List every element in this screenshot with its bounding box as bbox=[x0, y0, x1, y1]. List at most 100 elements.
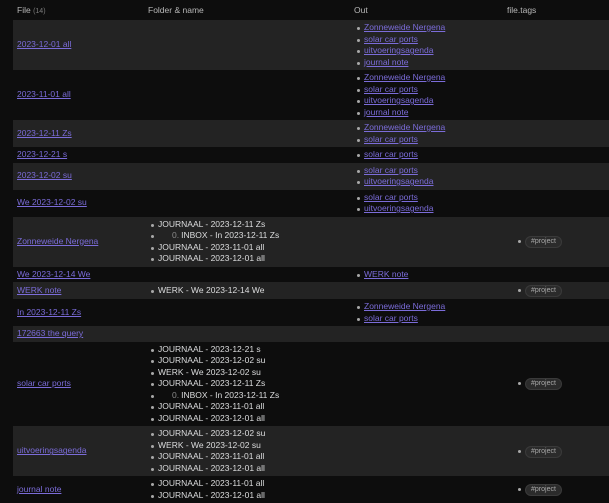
tags-header-label: file.tags bbox=[507, 5, 537, 15]
file-link[interactable]: In 2023-12-11 Zs bbox=[17, 307, 81, 317]
outlinks-list: Zonneweide Nergena solar car ports uitvoer… bbox=[354, 22, 503, 68]
outlink-item: journal note bbox=[357, 107, 503, 119]
inlink-item: WERK - We 2023-12-14 We bbox=[151, 284, 350, 297]
out-cell: Zonneweide Nergena solar car ports uitvoer… bbox=[350, 70, 503, 120]
outlink[interactable]: solar car ports bbox=[364, 34, 418, 44]
inlink-item: JOURNAAL - 2023-12-01 all bbox=[151, 413, 350, 425]
outlink-item: uitvoeringsagenda bbox=[357, 203, 503, 215]
outlink[interactable]: solar car ports bbox=[364, 313, 418, 323]
inlinks-cell bbox=[144, 266, 350, 282]
outlinks-list: WERK note bbox=[354, 269, 503, 281]
table-row: We 2023-12-02 su solar car ports uitvoerin… bbox=[13, 189, 609, 217]
tag-pill[interactable]: #project bbox=[525, 378, 562, 391]
table-row: 172663 the query bbox=[13, 326, 609, 342]
outlink[interactable]: solar car ports bbox=[364, 134, 418, 144]
outlink[interactable]: solar car ports bbox=[364, 149, 418, 159]
outlink[interactable]: journal note bbox=[364, 107, 408, 117]
outlink-item: Zonneweide Nergena bbox=[357, 72, 503, 84]
inlinks-list: JOURNAAL - 2023-11-01 all JOURNAAL - 2023… bbox=[148, 478, 350, 501]
inlink-text: JOURNAAL - 2023-11-01 all bbox=[158, 451, 265, 461]
tags-cell bbox=[503, 162, 609, 190]
inlink-item: WERK - We 2023-12-02 su bbox=[151, 367, 350, 379]
table-header-row: File (14) Folder & name Out file.tags bbox=[13, 0, 609, 20]
tag-item: #project bbox=[518, 445, 609, 458]
file-link[interactable]: 2023-12-21 s bbox=[17, 149, 67, 159]
outlink[interactable]: journal note bbox=[364, 57, 408, 67]
inlinks-list: WERK - We 2023-12-14 We bbox=[148, 285, 350, 297]
outlink[interactable]: Zonneweide Nergena bbox=[364, 72, 445, 82]
tag-pill[interactable]: #project bbox=[525, 484, 562, 496]
outlink[interactable]: uitvoeringsagenda bbox=[364, 95, 433, 105]
file-link[interactable]: We 2023-12-14 We bbox=[17, 269, 90, 279]
file-cell: 2023-12-01 all bbox=[13, 20, 144, 70]
outlinks-list: Zonneweide Nergena solar car ports uitvoer… bbox=[354, 72, 503, 118]
outlinks-list: solar car ports uitvoeringsagenda bbox=[354, 165, 503, 188]
file-link[interactable]: We 2023-12-02 su bbox=[17, 197, 87, 207]
inlinks-cell bbox=[144, 299, 350, 326]
outlink-item: uitvoeringsagenda bbox=[357, 95, 503, 107]
table-body: 2023-12-01 all Zonneweide Nergena solar ca… bbox=[13, 20, 609, 503]
file-link[interactable]: Zonneweide Nergena bbox=[17, 236, 98, 246]
outlink[interactable]: solar car ports bbox=[364, 165, 418, 175]
outlink[interactable]: Zonneweide Nergena bbox=[364, 22, 445, 32]
column-header-file-tags[interactable]: file.tags bbox=[503, 0, 609, 20]
inlink-item: WERK - We 2023-12-02 su bbox=[151, 439, 350, 452]
table-row: In 2023-12-11 Zs Zonneweide Nergena solar … bbox=[13, 299, 609, 326]
inlink-text: WERK - We 2023-12-02 su bbox=[158, 439, 261, 450]
file-cell: 2023-12-21 s bbox=[13, 147, 144, 163]
inlinks-list: JOURNAAL - 2023-12-11 Zs 0. INBOX - In 202… bbox=[148, 219, 350, 265]
tags-list: #project bbox=[507, 377, 609, 391]
column-header-file[interactable]: File (14) bbox=[13, 0, 144, 20]
tags-cell bbox=[503, 189, 609, 217]
file-link[interactable]: WERK note bbox=[17, 285, 61, 295]
inlink-item: JOURNAAL - 2023-11-01 all bbox=[151, 478, 350, 490]
column-header-folder-name[interactable]: Folder & name bbox=[144, 0, 350, 20]
inlink-text: WERK - We 2023-12-14 We bbox=[158, 284, 265, 295]
outlink-item: solar car ports bbox=[357, 313, 503, 325]
file-link[interactable]: uitvoeringsagenda bbox=[17, 445, 86, 455]
outlink[interactable]: uitvoeringsagenda bbox=[364, 176, 433, 186]
table-row: 2023-11-01 all Zonneweide Nergena solar ca… bbox=[13, 70, 609, 120]
outlinks-list: Zonneweide Nergena solar car ports bbox=[354, 301, 503, 324]
outlink-item: WERK note bbox=[357, 269, 503, 281]
file-header-label: File bbox=[17, 5, 31, 15]
inlink-text: JOURNAAL - 2023-11-01 all bbox=[158, 478, 265, 488]
file-link[interactable]: 2023-12-11 Zs bbox=[17, 128, 72, 138]
outlink[interactable]: uitvoeringsagenda bbox=[364, 45, 433, 55]
inlinks-cell bbox=[144, 147, 350, 163]
tags-cell bbox=[503, 70, 609, 120]
tags-cell bbox=[503, 326, 609, 342]
tags-cell: #project bbox=[503, 341, 609, 426]
outlink[interactable]: uitvoeringsagenda bbox=[364, 203, 433, 213]
out-cell bbox=[350, 216, 503, 267]
out-cell bbox=[350, 282, 503, 299]
inlink-text: JOURNAAL - 2023-12-11 Zs bbox=[158, 378, 266, 388]
table-row: solar car ports JOURNAAL - 2023-12-21 s JO… bbox=[13, 341, 609, 426]
list-number: 0. bbox=[172, 230, 180, 240]
inlink-text: JOURNAAL - 2023-12-11 Zs bbox=[158, 218, 266, 229]
table-row: uitvoeringsagenda JOURNAAL - 2023-12-02 s… bbox=[13, 426, 609, 476]
outlink[interactable]: solar car ports bbox=[364, 192, 418, 202]
file-link[interactable]: solar car ports bbox=[17, 378, 71, 388]
outlink[interactable]: solar car ports bbox=[364, 84, 418, 94]
inlinks-cell bbox=[144, 120, 350, 147]
file-link[interactable]: journal note bbox=[17, 484, 61, 494]
tags-cell bbox=[503, 147, 609, 163]
column-header-out[interactable]: Out bbox=[350, 0, 503, 20]
file-link[interactable]: 2023-12-01 all bbox=[17, 39, 71, 49]
inlink-text: INBOX - In 2023-12-11 Zs bbox=[181, 389, 280, 400]
file-link[interactable]: 2023-12-02 su bbox=[17, 170, 72, 180]
file-link[interactable]: 172663 the query bbox=[17, 328, 83, 338]
outlink[interactable]: WERK note bbox=[364, 269, 408, 279]
inlink-text: JOURNAAL - 2023-12-01 all bbox=[158, 462, 265, 473]
out-cell: solar car ports uitvoeringsagenda bbox=[350, 162, 503, 190]
inlink-item: JOURNAAL - 2023-11-01 all bbox=[151, 401, 350, 413]
tag-pill[interactable]: #project bbox=[525, 445, 562, 458]
tag-pill[interactable]: #project bbox=[525, 285, 562, 297]
outlink[interactable]: Zonneweide Nergena bbox=[364, 122, 445, 132]
out-cell bbox=[350, 476, 503, 503]
file-link[interactable]: 2023-11-01 all bbox=[17, 89, 71, 99]
tags-list: #project bbox=[507, 284, 609, 297]
tag-pill[interactable]: #project bbox=[525, 236, 562, 248]
outlink[interactable]: Zonneweide Nergena bbox=[364, 301, 445, 311]
